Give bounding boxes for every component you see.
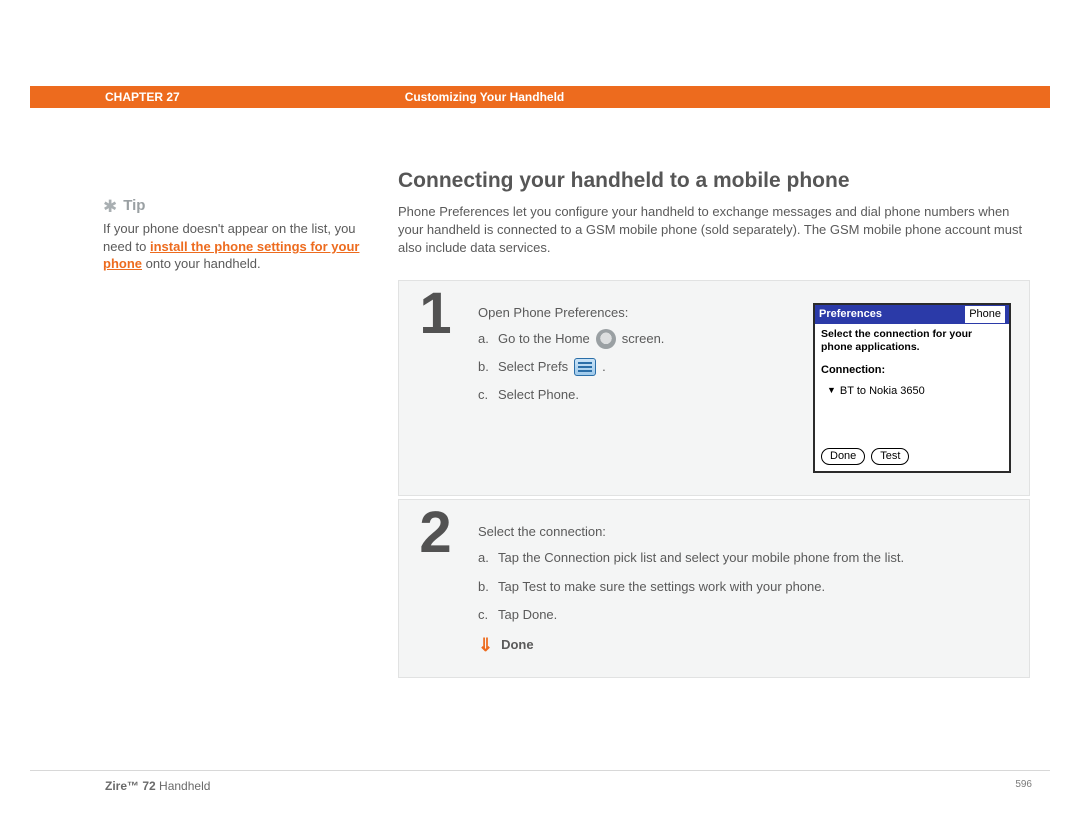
step-1c: c. Select Phone.	[478, 385, 795, 405]
palm-title-left: Preferences	[819, 306, 882, 323]
prefs-icon	[574, 358, 596, 376]
palm-connection-value: BT to Nokia 3650	[840, 383, 925, 400]
palm-title-right: Phone	[965, 306, 1005, 323]
palm-connection-label: Connection:	[821, 362, 1003, 379]
down-arrow-icon: ⇓	[478, 636, 493, 654]
tip-text-post: onto your handheld.	[146, 256, 261, 271]
palm-connection-picklist[interactable]: ▼ BT to Nokia 3650	[827, 383, 1003, 400]
palm-test-button[interactable]: Test	[871, 448, 909, 465]
step-1-text: Open Phone Preferences: a. Go to the Hom…	[478, 303, 795, 474]
product-name: Zire™ 72 Handheld	[105, 779, 210, 793]
step-2a: a. Tap the Connection pick list and sele…	[478, 548, 1011, 568]
page-footer: Zire™ 72 Handheld 596	[30, 770, 1050, 793]
palm-instruction: Select the connection for your phone app…	[821, 328, 1003, 354]
palm-titlebar: Preferences Phone	[815, 305, 1009, 324]
page-title: Connecting your handheld to a mobile pho…	[398, 169, 1030, 193]
tip-sidebar: ✱ Tip If your phone doesn't appear on th…	[103, 196, 363, 273]
page-number: 596	[1015, 779, 1032, 793]
tip-body: If your phone doesn't appear on the list…	[103, 220, 363, 273]
step-1-lead: Open Phone Preferences:	[478, 303, 795, 323]
palm-done-button[interactable]: Done	[821, 448, 865, 465]
step-number: 1	[419, 285, 451, 343]
step-1a: a. Go to the Home screen.	[478, 329, 795, 349]
main-content: Connecting your handheld to a mobile pho…	[398, 169, 1030, 678]
dropdown-icon: ▼	[827, 384, 836, 398]
done-label: Done	[501, 635, 534, 655]
asterisk-icon: ✱	[103, 198, 117, 215]
step-1b: b. Select Prefs .	[478, 357, 795, 377]
palm-screenshot: Preferences Phone Select the connection …	[813, 303, 1011, 474]
step-2b: b. Tap Test to make sure the settings wo…	[478, 577, 1011, 597]
intro-paragraph: Phone Preferences let you configure your…	[398, 203, 1030, 258]
chapter-label: CHAPTER 27	[105, 90, 180, 104]
step-1: 1 Open Phone Preferences: a. Go to the H…	[398, 280, 1030, 497]
chapter-header: CHAPTER 27 Customizing Your Handheld	[30, 86, 1050, 108]
steps-container: 1 Open Phone Preferences: a. Go to the H…	[398, 280, 1030, 678]
section-title: Customizing Your Handheld	[405, 90, 565, 104]
step-2-lead: Select the connection:	[478, 522, 1011, 542]
step-2: 2 Select the connection: a. Tap the Conn…	[398, 499, 1030, 678]
step-number: 2	[419, 504, 451, 562]
tip-heading: Tip	[123, 196, 145, 216]
home-icon	[596, 329, 616, 349]
done-indicator: ⇓ Done	[478, 635, 1011, 655]
step-2c: c. Tap Done.	[478, 605, 1011, 625]
step-2-text: Select the connection: a. Tap the Connec…	[478, 522, 1011, 655]
